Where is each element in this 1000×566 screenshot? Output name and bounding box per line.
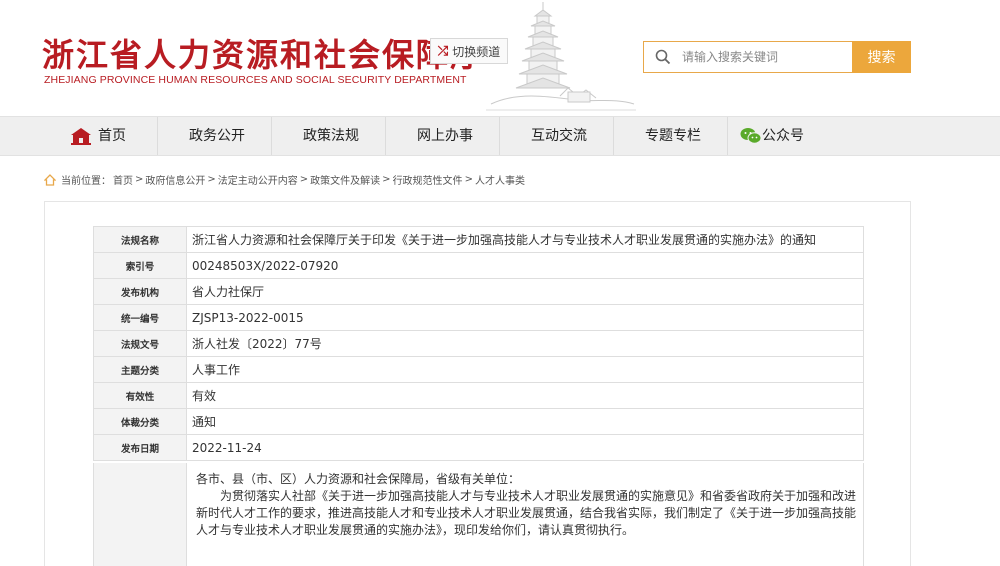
nav-item-online-services[interactable]: 网上办事 <box>417 117 473 155</box>
meta-value: 通知 <box>186 408 864 435</box>
document-salutation: 各市、县（市、区）人力资源和社会保障局，省级有关单位： <box>196 472 521 486</box>
nav-label-wechat: 公众号 <box>762 128 804 144</box>
meta-label: 法规文号 <box>93 330 187 357</box>
meta-row-index: 索引号 00248503X/2022-07920 <box>93 252 864 279</box>
nav-label-government-affairs: 政务公开 <box>189 128 245 144</box>
site-subtitle: ZHEJIANG PROVINCE HUMAN RESOURCES AND SO… <box>44 74 467 86</box>
breadcrumb-separator: > <box>207 174 216 185</box>
breadcrumb-item[interactable]: 行政规范性文件 <box>393 172 463 187</box>
breadcrumb-item[interactable]: 政策文件及解读 <box>310 172 380 187</box>
meta-label: 体裁分类 <box>93 408 187 435</box>
meta-label: 索引号 <box>93 252 187 279</box>
nav-divider <box>385 117 386 155</box>
meta-label: 有效性 <box>93 382 187 409</box>
nav-divider <box>499 117 500 155</box>
document-paragraph: 为贯彻落实人社部《关于进一步加强高技能人才与专业技术人才职业发展贯通的实施意见》… <box>196 489 857 537</box>
body-label-column <box>94 463 187 566</box>
meta-value: 省人力社保厅 <box>186 278 864 305</box>
nav-label-home: 首页 <box>98 128 126 144</box>
breadcrumb: 当前位置： 首页 > 政府信息公开 > 法定主动公开内容 > 政策文件及解读 > 行政规… <box>44 172 525 187</box>
site-header: 浙江省人力资源和社会保障厅 ZHEJIANG PROVINCE HUMAN RE… <box>0 0 1000 116</box>
nav-label-interaction: 互动交流 <box>531 128 587 144</box>
nav-divider <box>157 117 158 155</box>
meta-row-topic: 主题分类 人事工作 <box>93 356 864 383</box>
nav-item-home[interactable]: 首页 <box>70 117 126 155</box>
breadcrumb-separator: > <box>135 174 144 185</box>
meta-row-genre: 体裁分类 通知 <box>93 408 864 435</box>
meta-value: 有效 <box>186 382 864 409</box>
wechat-icon <box>740 128 762 144</box>
nav-label-policies: 政策法规 <box>303 128 359 144</box>
breadcrumb-item[interactable]: 政府信息公开 <box>145 172 205 187</box>
breadcrumb-item[interactable]: 法定主动公开内容 <box>218 172 298 187</box>
nav-item-wechat[interactable]: 公众号 <box>740 117 804 155</box>
document-meta-table: 法规名称 浙江省人力资源和社会保障厅关于印发《关于进一步加强高技能人才与专业技术… <box>93 226 864 461</box>
shuffle-icon: ⤮ <box>437 43 449 59</box>
breadcrumb-separator: > <box>382 174 391 185</box>
meta-label: 发布机构 <box>93 278 187 305</box>
document-body-row: 各市、县（市、区）人力资源和社会保障局，省级有关单位： 为贯彻落实人社部《关于进… <box>93 463 864 566</box>
search-icon <box>648 42 678 72</box>
pagoda-illustration <box>486 2 636 111</box>
meta-label: 法规名称 <box>93 226 187 253</box>
breadcrumb-item[interactable]: 人才人事类 <box>475 172 525 187</box>
meta-row-document-number: 法规文号 浙人社发〔2022〕77号 <box>93 330 864 357</box>
site-title[interactable]: 浙江省人力资源和社会保障厅 <box>42 30 484 76</box>
meta-row-publish-date: 发布日期 2022-11-24 <box>93 434 864 461</box>
breadcrumb-separator: > <box>299 174 309 185</box>
nav-label-online-services: 网上办事 <box>417 128 473 144</box>
nav-item-special-topics[interactable]: 专题专栏 <box>645 117 701 155</box>
search-input[interactable] <box>678 43 838 71</box>
meta-row-title: 法规名称 浙江省人力资源和社会保障厅关于印发《关于进一步加强高技能人才与专业技术… <box>93 226 864 253</box>
meta-value: 浙江省人力资源和社会保障厅关于印发《关于进一步加强高技能人才与专业技术人才职业发… <box>186 226 864 253</box>
document-body: 各市、县（市、区）人力资源和社会保障局，省级有关单位： 为贯彻落实人社部《关于进… <box>196 471 862 539</box>
meta-row-validity: 有效性 有效 <box>93 382 864 409</box>
meta-label: 发布日期 <box>93 434 187 461</box>
nav-divider <box>271 117 272 155</box>
meta-value: ZJSP13-2022-0015 <box>186 304 864 331</box>
nav-item-government-affairs[interactable]: 政务公开 <box>189 117 245 155</box>
meta-row-publisher: 发布机构 省人力社保厅 <box>93 278 864 305</box>
home-icon <box>71 128 91 145</box>
main-nav: 首页 政务公开 政策法规 网上办事 互动交流 专题专栏 公众号 <box>0 116 1000 156</box>
breadcrumb-item[interactable]: 首页 <box>113 172 133 187</box>
meta-value: 浙人社发〔2022〕77号 <box>186 330 864 357</box>
nav-divider <box>727 117 728 155</box>
meta-row-unified-number: 统一编号 ZJSP13-2022-0015 <box>93 304 864 331</box>
breadcrumb-separator: > <box>464 174 473 185</box>
nav-item-policies[interactable]: 政策法规 <box>303 117 359 155</box>
content-panel: 法规名称 浙江省人力资源和社会保障厅关于印发《关于进一步加强高技能人才与专业技术… <box>44 201 911 566</box>
breadcrumb-prefix: 当前位置： <box>61 176 111 187</box>
search-box <box>643 41 853 73</box>
meta-value: 人事工作 <box>186 356 864 383</box>
meta-value: 00248503X/2022-07920 <box>186 252 864 279</box>
nav-item-interaction[interactable]: 互动交流 <box>531 117 587 155</box>
nav-label-special-topics: 专题专栏 <box>645 128 701 144</box>
search-button[interactable]: 搜索 <box>852 41 911 73</box>
meta-label: 主题分类 <box>93 356 187 383</box>
nav-divider <box>613 117 614 155</box>
location-home-icon <box>44 173 56 186</box>
meta-label: 统一编号 <box>93 304 187 331</box>
meta-value: 2022-11-24 <box>186 434 864 461</box>
